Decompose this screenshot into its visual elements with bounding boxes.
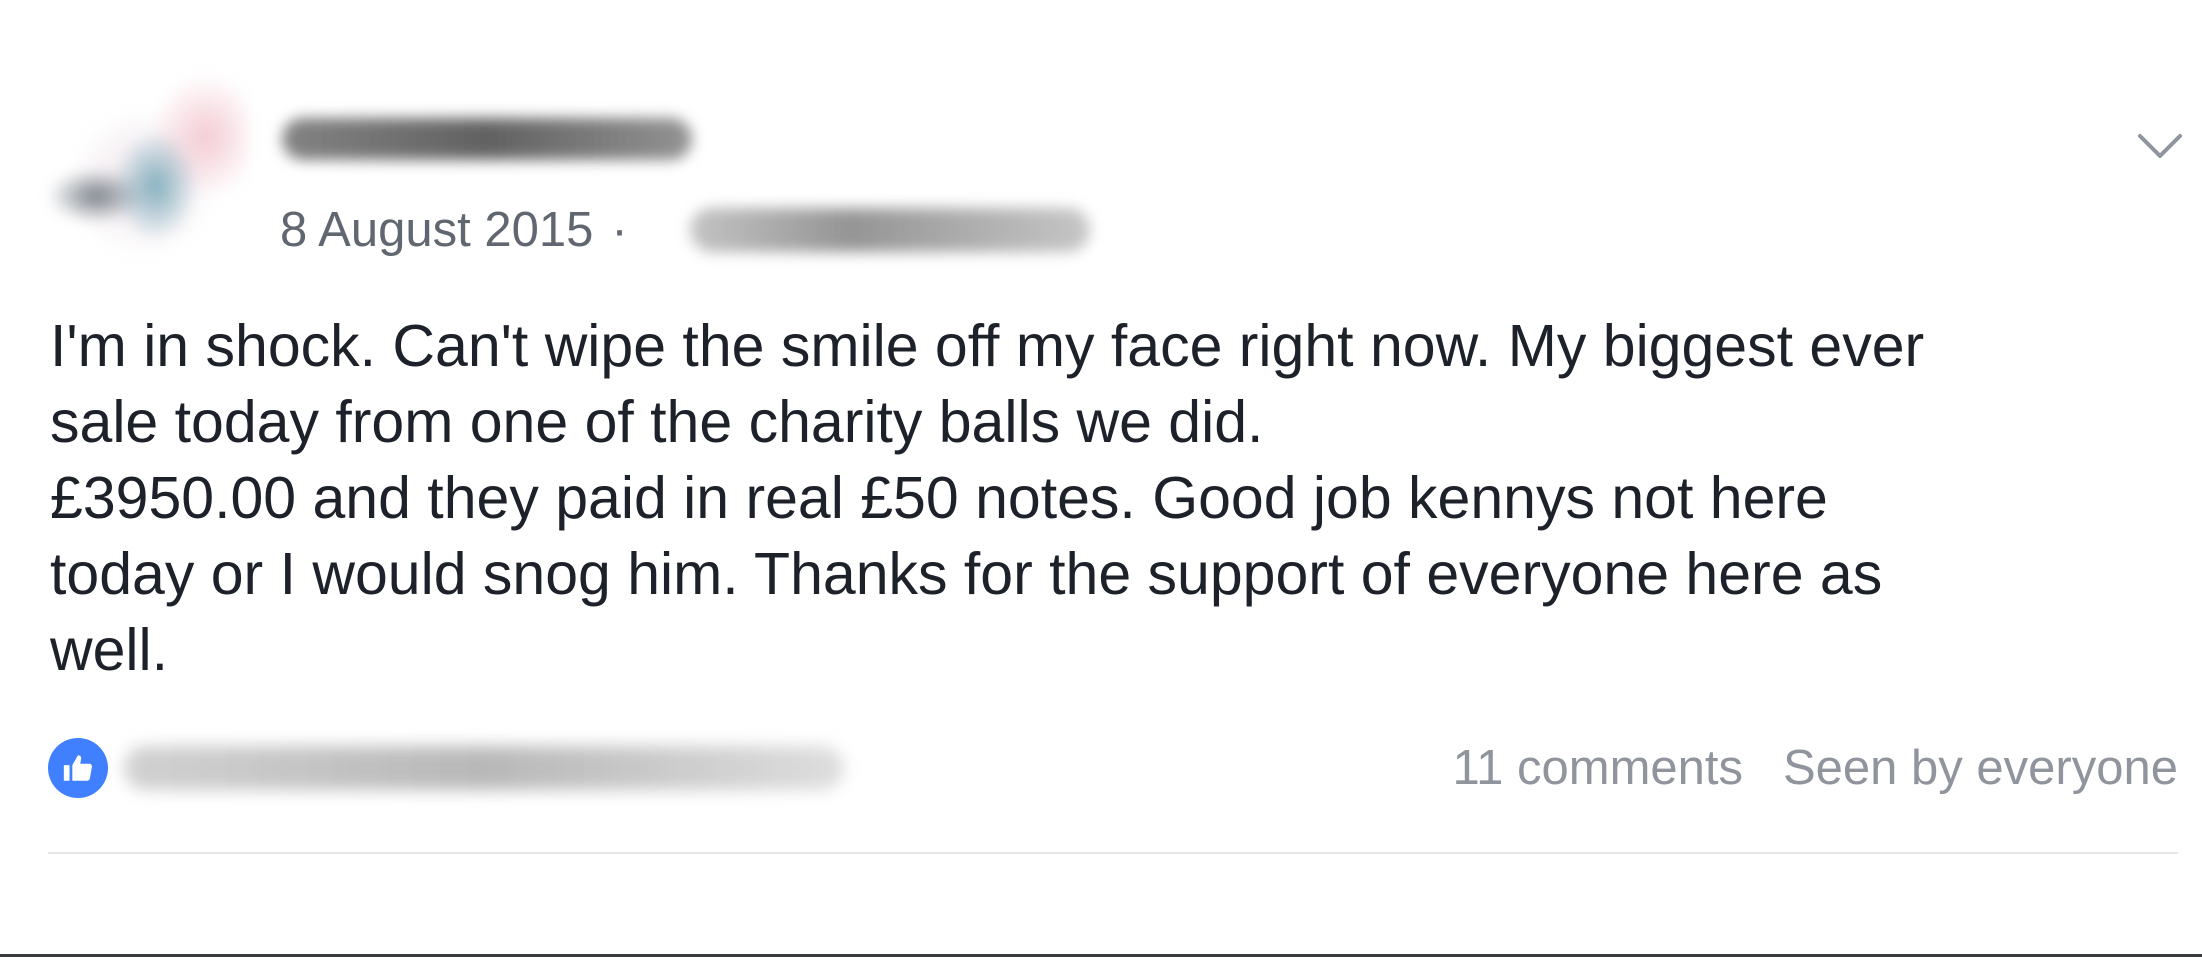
- post-date[interactable]: 8 August 2015: [280, 202, 593, 258]
- post-text-line: well.: [50, 617, 169, 683]
- thumbs-up-icon: [63, 755, 92, 781]
- post-text-line: sale today from one of the charity balls…: [50, 389, 1264, 455]
- post-text-line: today or I would snog him. Thanks for th…: [50, 541, 1883, 607]
- like-icon[interactable]: [48, 738, 108, 798]
- post-text-line: I'm in shock. Can't wipe the smile off m…: [50, 313, 1925, 379]
- comments-count-link[interactable]: 11 comments: [1453, 740, 1743, 796]
- author-name-redacted[interactable]: [282, 118, 692, 160]
- meta-separator: ·: [611, 203, 628, 257]
- audience-redacted: [690, 208, 1090, 252]
- post-body: I'm in shock. Can't wipe the smile off m…: [50, 308, 2170, 688]
- chevron-down-icon[interactable]: [2136, 128, 2184, 164]
- likers-redacted[interactable]: [124, 746, 844, 790]
- post-text-line: £3950.00 and they paid in real £50 notes…: [50, 465, 1828, 531]
- post-meta: 8 August 2015 ·: [280, 200, 628, 260]
- seen-by-label[interactable]: Seen by everyone: [1783, 740, 2178, 796]
- post-stats: 11 comments Seen by everyone: [1453, 738, 2178, 798]
- divider: [48, 852, 2178, 854]
- facebook-post: 8 August 2015 · I'm in shock. Can't wipe…: [0, 0, 2202, 957]
- author-avatar[interactable]: [36, 76, 250, 290]
